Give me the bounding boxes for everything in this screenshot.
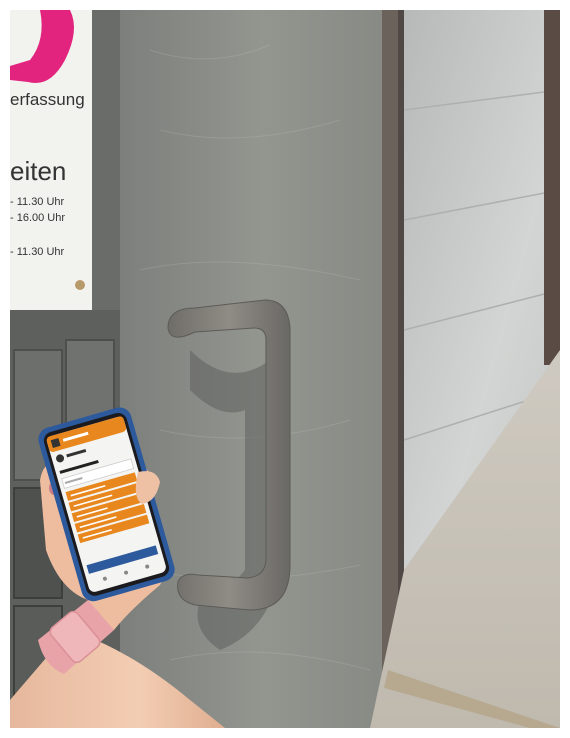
photo-door-with-phone: erfassung eiten - 11.30 Uhr - 16.00 Uhr … [10, 10, 560, 728]
sign-text-hours-1: - 11.30 Uhr [10, 196, 65, 208]
sign-text-line1: erfassung [10, 90, 85, 109]
sign-text-heading: eiten [10, 156, 67, 186]
sign-text-hours-2: - 16.00 Uhr [10, 212, 66, 224]
photo-scene [10, 10, 560, 728]
sign-text-hours-3: - 11.30 Uhr [10, 246, 65, 258]
screw [75, 280, 85, 290]
